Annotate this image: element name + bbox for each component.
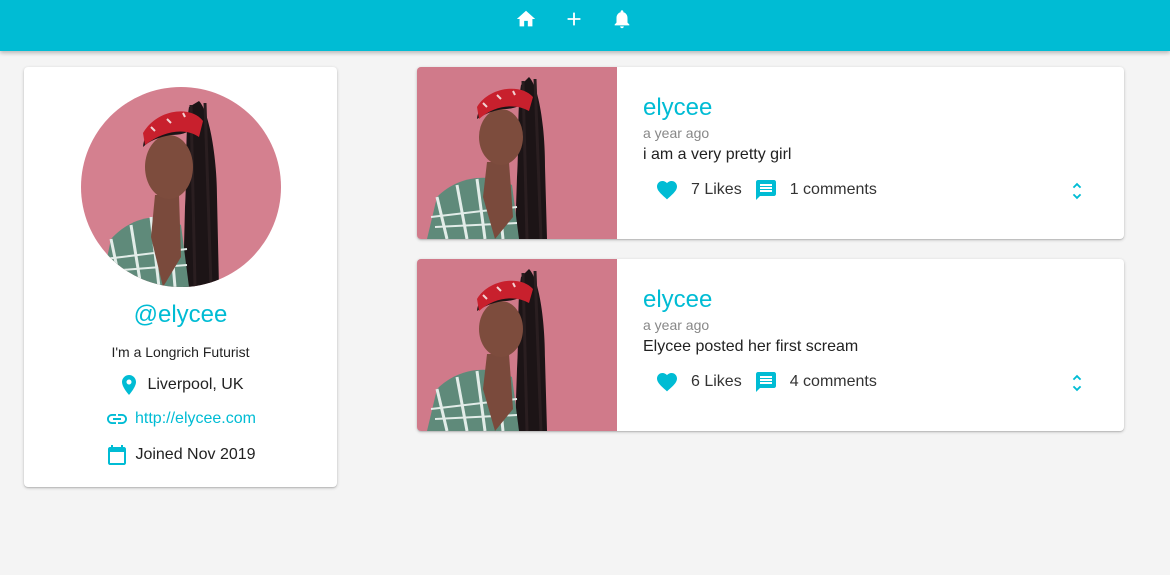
like-button[interactable] — [654, 177, 680, 203]
post-content: elycee a year ago i am a very pretty gir… — [643, 67, 1124, 239]
post-card: elycee a year ago i am a very pretty gir… — [417, 67, 1124, 239]
like-count: 6 Likes — [691, 373, 742, 390]
comment-icon — [755, 372, 776, 392]
unfold-more-icon — [1072, 182, 1082, 200]
profile-handle-link[interactable]: @elycee — [24, 301, 337, 329]
post-text: i am a very pretty girl — [643, 146, 792, 163]
profile-avatar[interactable] — [81, 87, 281, 287]
post-username-link[interactable]: elycee — [643, 286, 712, 314]
comment-count: 1 comments — [789, 181, 877, 198]
add-post-button[interactable] — [561, 6, 587, 32]
home-icon — [516, 10, 536, 27]
unfold-more-icon — [1072, 374, 1082, 392]
location-text: Liverpool, UK — [147, 376, 244, 393]
location-pin-icon — [122, 375, 137, 395]
post-content: elycee a year ago Elycee posted her firs… — [643, 259, 1124, 431]
app-bar — [0, 0, 1170, 51]
post-card: elycee a year ago Elycee posted her firs… — [417, 259, 1124, 431]
expand-post-button[interactable] — [1066, 371, 1088, 395]
joined-text: Joined Nov 2019 — [135, 446, 256, 463]
like-button[interactable] — [654, 369, 680, 395]
post-timestamp: a year ago — [643, 125, 710, 141]
home-button[interactable] — [513, 6, 539, 32]
expand-post-button[interactable] — [1066, 179, 1088, 203]
post-text: Elycee posted her first scream — [643, 338, 859, 355]
website-link[interactable]: http://elycee.com — [135, 410, 256, 428]
profile-joined: Joined Nov 2019 — [24, 443, 337, 467]
profile-website: http://elycee.com — [24, 407, 337, 431]
comment-button[interactable] — [753, 369, 779, 395]
profile-bio: I'm a Longrich Futurist — [111, 344, 250, 360]
like-count: 7 Likes — [691, 181, 742, 198]
heart-icon — [657, 181, 677, 200]
comment-icon — [755, 180, 776, 200]
post-image — [417, 259, 617, 431]
heart-icon — [657, 373, 677, 392]
link-icon — [107, 414, 128, 424]
post-image — [417, 67, 617, 239]
comment-button[interactable] — [753, 177, 779, 203]
calendar-icon — [108, 445, 127, 465]
comment-count: 4 comments — [789, 373, 877, 390]
notifications-button[interactable] — [609, 6, 635, 32]
post-actions: 7 Likes 1 comments — [654, 177, 877, 203]
post-username-link[interactable]: elycee — [643, 94, 712, 122]
bell-icon — [614, 10, 630, 29]
post-actions: 6 Likes 4 comments — [654, 369, 877, 395]
post-timestamp: a year ago — [643, 317, 710, 333]
profile-location: Liverpool, UK — [24, 373, 337, 397]
profile-card: @elycee I'm a Longrich Futurist Liverpoo… — [24, 67, 337, 487]
add-icon — [567, 12, 581, 26]
